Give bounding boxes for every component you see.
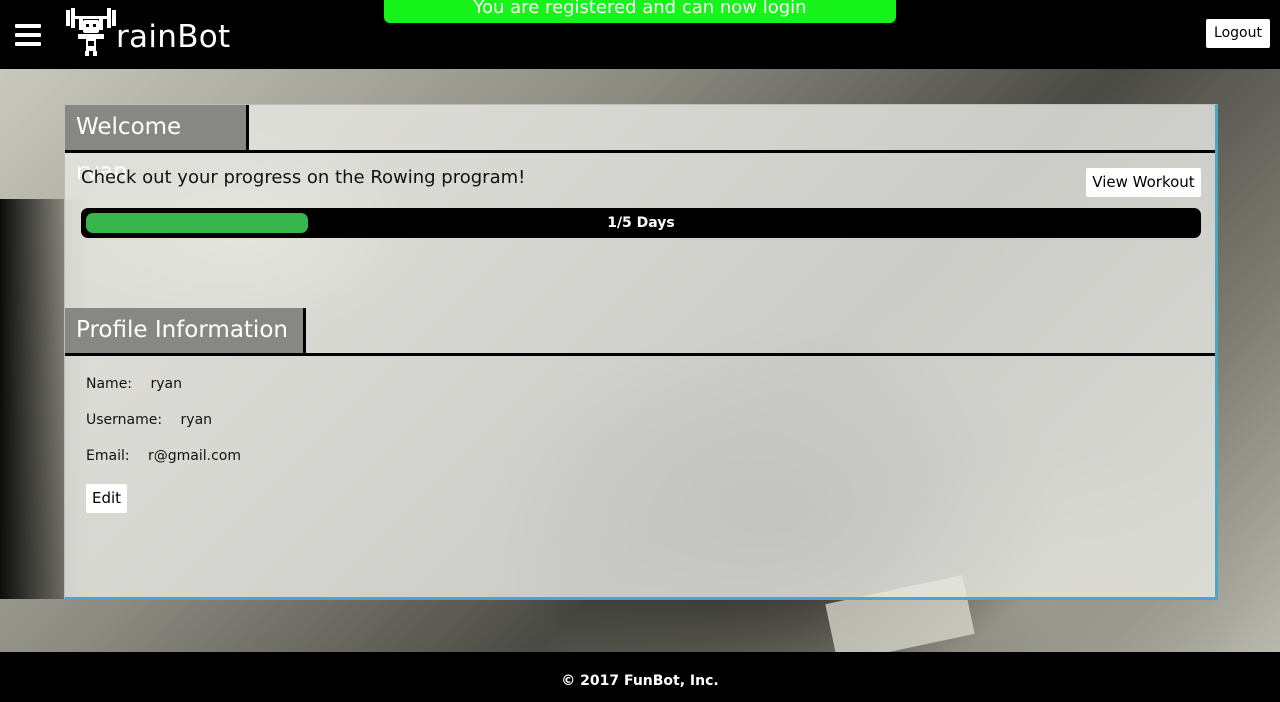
registration-flash-message: You are registered and can now login — [384, 0, 896, 23]
email-label: Email: — [86, 448, 130, 464]
weightlifter-robot-icon — [66, 8, 116, 56]
username-label: Username: — [86, 412, 163, 428]
name-value: ryan — [150, 376, 182, 392]
dashboard-panel: Welcome ryan Check out your progress on … — [64, 104, 1218, 600]
profile-email-row: Email: r@gmail.com — [86, 448, 241, 464]
welcome-heading: Welcome ryan — [65, 105, 249, 185]
email-value: r@gmail.com — [148, 448, 242, 464]
welcome-divider — [65, 150, 1215, 153]
logo-text: rainBot — [116, 19, 231, 55]
hamburger-menu-icon[interactable] — [15, 24, 41, 46]
profile-divider — [65, 353, 1215, 356]
username-value: ryan — [180, 412, 213, 428]
edit-profile-button[interactable]: Edit — [86, 484, 127, 513]
flash-message-text: You are registered and can now login — [473, 0, 807, 18]
profile-name-row: Name: ryan — [86, 376, 182, 392]
view-workout-button[interactable]: View Workout — [1086, 168, 1201, 197]
program-progress-text: Check out your progress on the Rowing pr… — [81, 167, 526, 188]
progress-bar-label: 1/5 Days — [607, 215, 675, 231]
logout-button[interactable]: Logout — [1206, 19, 1270, 48]
program-progress-bar: 1/5 Days — [81, 208, 1201, 238]
profile-heading: Profile Information — [65, 308, 306, 353]
footer-copyright: © 2017 FunBot, Inc. — [561, 673, 719, 689]
name-label: Name: — [86, 376, 133, 392]
top-navbar: rainBot You are registered and can now l… — [0, 0, 1280, 69]
footer: © 2017 FunBot, Inc. — [0, 652, 1280, 702]
trainbot-logo[interactable]: rainBot — [64, 4, 231, 56]
profile-username-row: Username: ryan — [86, 412, 212, 428]
